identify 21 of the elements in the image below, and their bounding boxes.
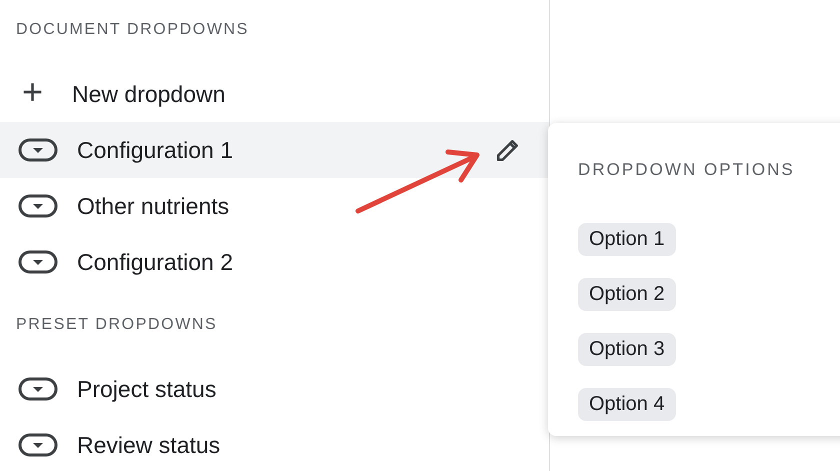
item-label: Review status — [77, 430, 220, 460]
section-heading: PRESET DROPDOWNS — [15, 315, 218, 335]
option-chip[interactable]: Option 1 — [578, 223, 676, 256]
dropdown-chip-icon — [18, 377, 58, 401]
item-label: Configuration 1 — [77, 136, 233, 165]
pencil-icon[interactable] — [495, 137, 521, 163]
item-label: Other nutrients — [77, 192, 230, 221]
plus-icon: + — [22, 74, 54, 110]
dropdown-chip-icon — [18, 250, 58, 274]
dropdown-chip-icon — [18, 433, 58, 457]
dropdown-chip-icon — [18, 194, 58, 218]
option-chip[interactable]: Option 3 — [578, 333, 676, 366]
item-label: Project status — [77, 374, 216, 404]
popover-title: DROPDOWN OPTIONS — [578, 160, 795, 180]
dropdown-list-item[interactable]: Configuration 1 — [0, 122, 549, 178]
dropdown-chip-icon — [18, 138, 58, 162]
option-chip[interactable]: Option 2 — [578, 278, 676, 311]
item-label: Configuration 2 — [77, 248, 233, 277]
section-heading: DOCUMENT DROPDOWNS — [15, 20, 250, 40]
option-chip[interactable]: Option 4 — [578, 388, 676, 421]
new-dropdown-button[interactable]: + New dropdown — [0, 66, 549, 122]
